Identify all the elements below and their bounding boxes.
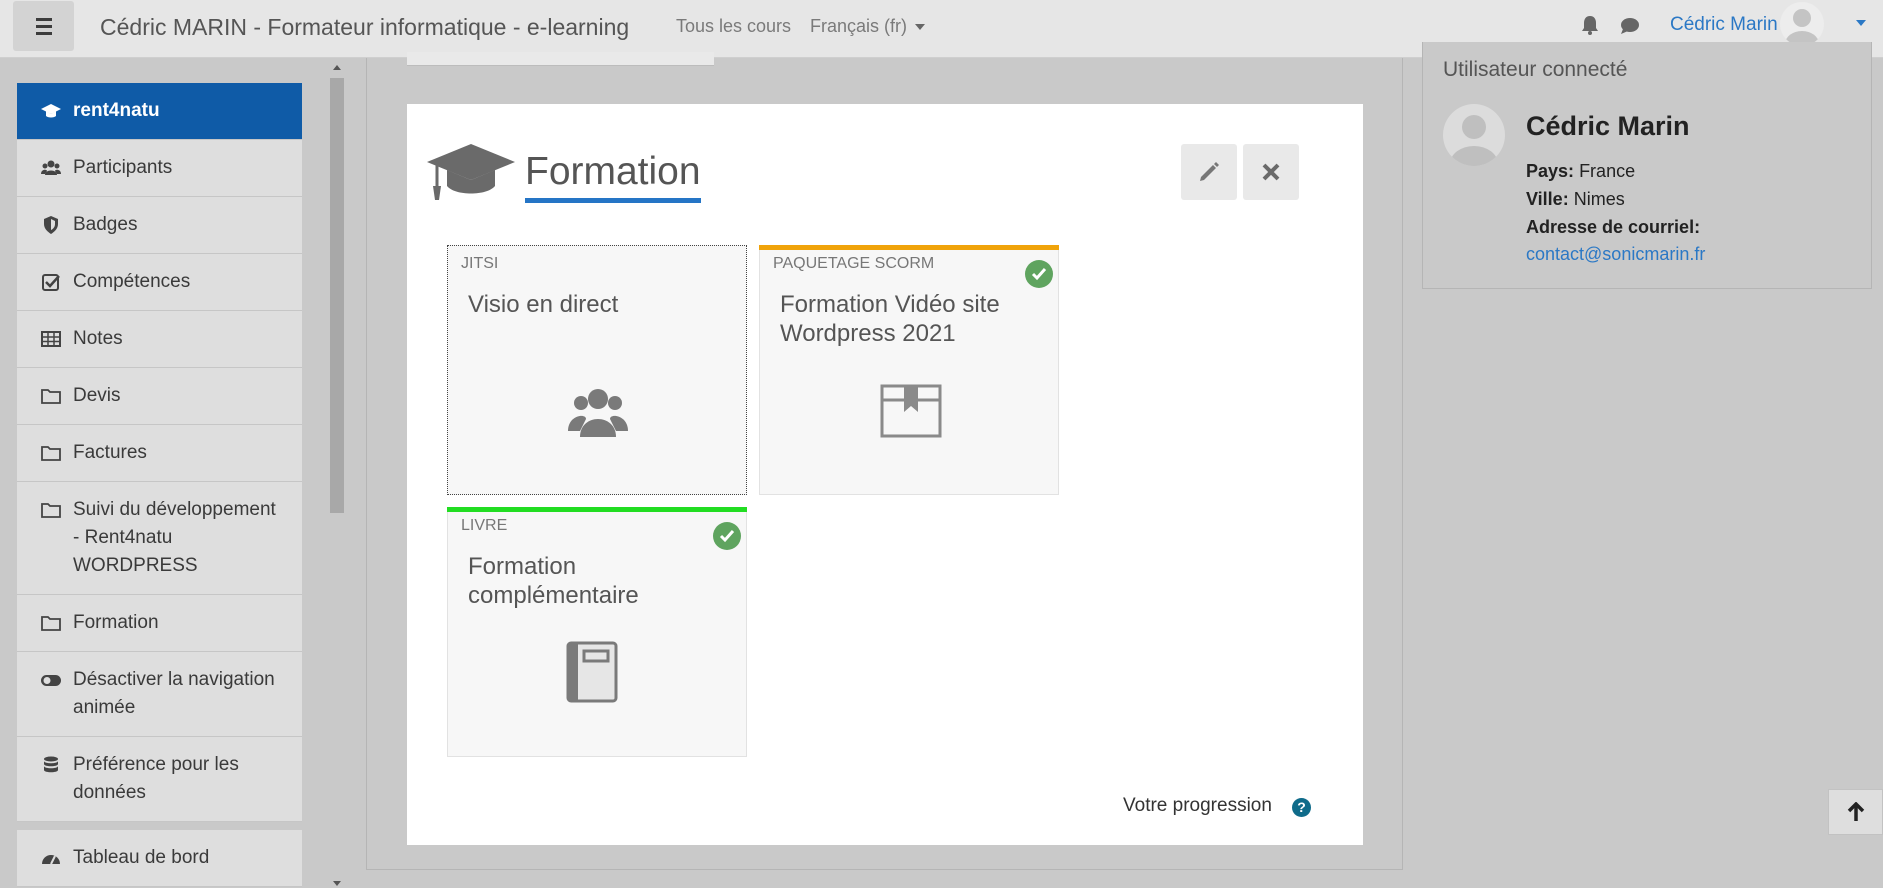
pencil-icon bbox=[1200, 162, 1219, 181]
scroll-down-icon[interactable] bbox=[333, 881, 341, 886]
drawer-item-participants[interactable]: Participants bbox=[17, 140, 302, 197]
scrollbar-thumb[interactable] bbox=[330, 78, 344, 513]
drawer-item-label: Suivi du développement - Rent4natu WORDP… bbox=[73, 499, 276, 576]
language-menu[interactable]: Français (fr) bbox=[810, 16, 926, 37]
nav-drawer: rent4natu Participants Badges Compétence… bbox=[0, 58, 347, 888]
toggle-icon bbox=[41, 675, 61, 686]
back-to-top-button[interactable] bbox=[1828, 789, 1883, 835]
avatar[interactable] bbox=[1780, 2, 1824, 46]
drawer-item-course[interactable]: rent4natu bbox=[17, 83, 302, 140]
drawer-item-label: Compétences bbox=[73, 271, 191, 292]
drawer-item-label: rent4natu bbox=[73, 100, 160, 121]
user-email-label: Adresse de courriel: bbox=[1526, 217, 1701, 237]
close-button[interactable] bbox=[1243, 144, 1299, 200]
edit-button[interactable] bbox=[1181, 144, 1237, 200]
activity-name: Visio en direct bbox=[468, 291, 619, 318]
activity-name: Formation Vidéo site Wordpress 2021 bbox=[780, 291, 1000, 347]
activity-tile-book[interactable]: LIVRE Formation complémentaire bbox=[447, 507, 747, 757]
hamburger-icon bbox=[35, 17, 52, 21]
bell-icon[interactable] bbox=[1581, 15, 1599, 35]
drawer-item-label: Participants bbox=[73, 157, 173, 178]
section-modal: Formation JITSI Visio en direct PAQUETAG… bbox=[407, 104, 1363, 845]
city-value: Nimes bbox=[1573, 189, 1625, 209]
drawer-scrollbar[interactable] bbox=[328, 58, 347, 888]
completed-check-icon bbox=[713, 522, 741, 550]
folder-icon bbox=[41, 389, 61, 404]
arrow-up-icon bbox=[1847, 802, 1864, 821]
folder-icon bbox=[41, 446, 61, 461]
avatar[interactable] bbox=[1443, 104, 1505, 166]
chat-icon[interactable] bbox=[1620, 17, 1640, 35]
activity-tile-jitsi[interactable]: JITSI Visio en direct bbox=[447, 245, 747, 495]
user-silhouette-icon bbox=[1785, 9, 1819, 46]
book-icon bbox=[566, 641, 618, 703]
drawer-item-competences[interactable]: Compétences bbox=[17, 254, 302, 311]
drawer-item-animation-toggle[interactable]: Désactiver la navigation animée bbox=[17, 652, 302, 737]
completion-bar bbox=[759, 245, 1059, 250]
activity-type: PAQUETAGE SCORM bbox=[773, 255, 935, 272]
drawer-item-devis[interactable]: Devis bbox=[17, 368, 302, 425]
drawer-item-badges[interactable]: Badges bbox=[17, 197, 302, 254]
shield-icon bbox=[44, 216, 58, 234]
checkbox-icon bbox=[42, 274, 60, 291]
user-menu-name[interactable]: Cédric Marin bbox=[1670, 14, 1778, 36]
all-courses-link[interactable]: Tous les cours bbox=[676, 16, 791, 37]
user-email-link[interactable]: contact@sonicmarin.fr bbox=[1526, 244, 1705, 265]
activity-tile-scorm[interactable]: PAQUETAGE SCORM Formation Vidéo site Wor… bbox=[759, 245, 1059, 495]
progress-label: Votre progression bbox=[1123, 795, 1272, 816]
folder-icon bbox=[41, 616, 61, 631]
background-card bbox=[407, 52, 714, 66]
country-label: Pays: bbox=[1526, 161, 1575, 181]
activity-name: Formation complémentaire bbox=[468, 553, 639, 609]
user-full-name[interactable]: Cédric Marin bbox=[1526, 111, 1690, 142]
drawer-item-factures[interactable]: Factures bbox=[17, 425, 302, 482]
activity-type: JITSI bbox=[461, 255, 499, 272]
completion-bar bbox=[447, 507, 747, 512]
chevron-down-icon bbox=[915, 24, 926, 31]
drawer-item-label: Formation bbox=[73, 612, 159, 633]
drawer-item-notes[interactable]: Notes bbox=[17, 311, 302, 368]
users-icon bbox=[568, 389, 628, 437]
city-label: Ville: bbox=[1526, 189, 1569, 209]
package-icon bbox=[880, 384, 942, 438]
database-icon bbox=[44, 756, 58, 773]
users-icon bbox=[41, 160, 61, 175]
block-title: Utilisateur connecté bbox=[1443, 58, 1628, 81]
drawer-list: rent4natu Participants Badges Compétence… bbox=[17, 83, 302, 887]
user-country: Pays: France bbox=[1526, 161, 1635, 182]
close-icon bbox=[1262, 163, 1280, 181]
dashboard-icon bbox=[42, 855, 60, 865]
drawer-item-dashboard[interactable]: Tableau de bord bbox=[17, 830, 302, 887]
folder-icon bbox=[41, 503, 61, 518]
drawer-item-label: Tableau de bord bbox=[73, 847, 210, 868]
drawer-item-label: Factures bbox=[73, 442, 147, 463]
drawer-item-formation[interactable]: Formation bbox=[17, 595, 302, 652]
country-value: France bbox=[1579, 161, 1636, 181]
drawer-item-suivi[interactable]: Suivi du développement - Rent4natu WORDP… bbox=[17, 482, 302, 595]
table-icon bbox=[41, 331, 61, 347]
modal-title: Formation bbox=[525, 150, 701, 203]
help-icon[interactable]: ? bbox=[1292, 798, 1311, 817]
site-title[interactable]: Cédric MARIN - Formateur informatique - … bbox=[100, 14, 629, 41]
drawer-item-label: Devis bbox=[73, 385, 121, 406]
scroll-up-icon[interactable] bbox=[333, 65, 341, 70]
menu-toggle-button[interactable] bbox=[13, 1, 74, 51]
graduation-cap-icon bbox=[427, 144, 515, 200]
language-label: Français (fr) bbox=[810, 16, 908, 36]
graduation-cap-icon bbox=[41, 104, 61, 118]
drawer-item-data-preference[interactable]: Préférence pour les données bbox=[17, 737, 302, 822]
user-silhouette-icon bbox=[1450, 115, 1498, 166]
completed-check-icon bbox=[1025, 260, 1053, 288]
drawer-item-label: Désactiver la navigation animée bbox=[73, 669, 275, 718]
drawer-item-label: Badges bbox=[73, 214, 138, 235]
activity-type: LIVRE bbox=[461, 517, 508, 534]
drawer-item-label: Notes bbox=[73, 328, 123, 349]
user-city: Ville: Nimes bbox=[1526, 189, 1625, 210]
user-menu-chevron-icon[interactable] bbox=[1856, 20, 1866, 26]
drawer-item-label: Préférence pour les données bbox=[73, 754, 239, 803]
